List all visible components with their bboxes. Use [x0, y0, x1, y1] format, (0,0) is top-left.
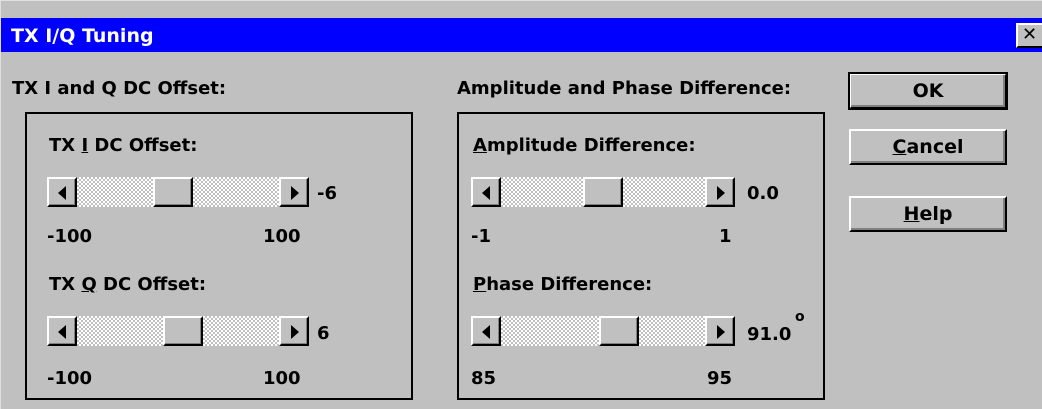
q-offset-label: TX Q DC Offset:: [49, 274, 207, 295]
arrow-right-icon: [291, 186, 299, 200]
scroll-left-button[interactable]: [471, 177, 501, 207]
close-icon: ✕: [1022, 24, 1038, 45]
dc-offset-heading: TX I and Q DC Offset:: [12, 78, 227, 99]
cancel-button[interactable]: Cancel: [849, 129, 1007, 165]
scroll-left-button[interactable]: [471, 316, 501, 346]
ok-button[interactable]: OK: [848, 72, 1008, 110]
scroll-thumb[interactable]: [599, 316, 639, 346]
close-button[interactable]: ✕: [1016, 23, 1042, 48]
scroll-right-button[interactable]: [279, 316, 309, 346]
arrow-right-icon: [717, 186, 725, 200]
q-offset-scrollbar[interactable]: [47, 316, 309, 346]
arrow-left-icon: [482, 186, 490, 200]
phase-scrollbar[interactable]: [471, 316, 735, 346]
amplitude-scrollbar[interactable]: [471, 177, 735, 207]
scroll-right-button[interactable]: [705, 316, 735, 346]
amplitude-value: 0.0: [747, 183, 779, 204]
scroll-left-button[interactable]: [47, 177, 77, 207]
i-offset-value: -6: [317, 183, 337, 204]
scroll-right-button[interactable]: [279, 177, 309, 207]
q-offset-min-label: -100: [47, 368, 93, 389]
phase-value: 91.0: [747, 324, 792, 345]
arrow-left-icon: [482, 325, 490, 339]
q-offset-value: 6: [317, 323, 330, 344]
arrow-right-icon: [717, 325, 725, 339]
arrow-left-icon: [58, 325, 66, 339]
scroll-thumb[interactable]: [583, 177, 623, 207]
scroll-thumb[interactable]: [163, 316, 203, 346]
degree-symbol: o: [795, 309, 805, 325]
q-offset-max-label: 100: [263, 368, 301, 389]
scroll-left-button[interactable]: [47, 316, 77, 346]
title-bar: [1, 18, 1042, 52]
arrow-left-icon: [58, 186, 66, 200]
phase-label: Phase Difference:: [473, 274, 653, 295]
i-offset-scrollbar[interactable]: [47, 177, 309, 207]
i-offset-min-label: -100: [47, 226, 93, 247]
i-offset-max-label: 100: [263, 226, 301, 247]
i-offset-label: TX I DC Offset:: [49, 135, 198, 156]
amplitude-label: Amplitude Difference:: [473, 135, 696, 156]
amplitude-min-label: -1: [471, 226, 491, 247]
amp-phase-heading: Amplitude and Phase Difference:: [457, 78, 792, 99]
phase-min-label: 85: [471, 368, 497, 389]
help-button[interactable]: Help: [849, 196, 1007, 232]
amplitude-max-label: 1: [719, 226, 732, 247]
scroll-right-button[interactable]: [705, 177, 735, 207]
phase-max-label: 95: [707, 368, 733, 389]
tx-iq-tuning-dialog: TX I/Q Tuning ✕ TX I and Q DC Offset: TX…: [0, 0, 1042, 409]
arrow-right-icon: [291, 325, 299, 339]
window-title: TX I/Q Tuning: [11, 25, 154, 47]
scroll-thumb[interactable]: [153, 177, 193, 207]
